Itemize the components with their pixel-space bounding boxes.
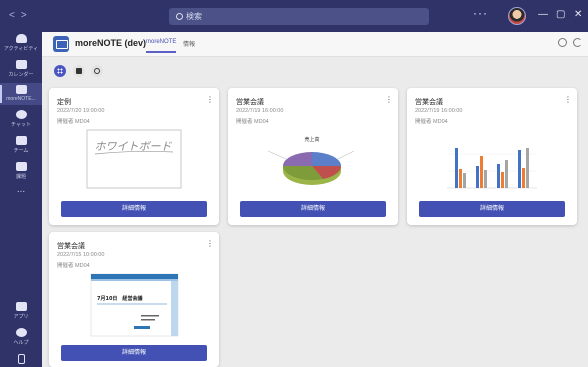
pie-chart-title: 売上高 — [304, 136, 319, 143]
search-input[interactable]: 検索 — [169, 8, 429, 25]
details-button[interactable]: 詳細情報 — [419, 201, 565, 217]
card-organizer: 開催者 MD04 — [57, 119, 90, 125]
history-nav[interactable]: <> — [9, 10, 33, 21]
rail-item-help[interactable]: ヘルプ — [0, 328, 42, 346]
rail-item-label: 課題 — [15, 174, 26, 180]
bar-group-2 — [476, 156, 487, 188]
meeting-card[interactable]: 営業会議 2022/7/19 16:00:00 開催者 MD04 ⋮ 売上高 詳… — [228, 88, 398, 225]
rail-item-assignments[interactable]: 課題 — [0, 162, 42, 180]
card-title: 営業会議 — [415, 99, 443, 106]
rail-item-label: アクティビティ — [3, 46, 39, 52]
card-date: 2022/7/19 16:00:00 — [415, 108, 463, 114]
card-menu-icon[interactable]: ⋮ — [206, 96, 214, 104]
morenote-logo-icon — [53, 36, 69, 52]
card-menu-icon[interactable]: ⋮ — [385, 96, 393, 104]
tab-info[interactable]: 情報 — [183, 39, 195, 48]
bar-group-3 — [497, 160, 508, 188]
rail-item-calendar[interactable]: カレンダー — [0, 60, 42, 78]
document-view-icon[interactable] — [73, 65, 85, 77]
title-bar: <> 検索 ··· — ▢ ✕ — [0, 0, 588, 32]
apps-icon — [15, 302, 27, 311]
card-menu-icon[interactable]: ⋮ — [206, 240, 214, 248]
card-organizer: 開催者 MD04 — [57, 263, 90, 269]
card-title: 定例 — [57, 99, 71, 106]
app-icon — [15, 85, 27, 94]
card-title: 営業会議 — [57, 243, 85, 250]
refresh-icon[interactable] — [573, 38, 582, 47]
pie-chart-thumbnail: 売上高 — [228, 126, 398, 198]
rail-item-label: チーム — [13, 148, 29, 154]
app-header: moreNOTE (dev) moreNOTE 情報 — [42, 32, 588, 57]
maximize-icon[interactable]: ▢ — [556, 8, 565, 22]
rail-item-device[interactable] — [0, 354, 42, 366]
rail-item-apps[interactable]: アプリ — [0, 302, 42, 320]
slide-title: 7月10日 経営会議 — [97, 295, 142, 302]
chevron-left-icon[interactable]: < — [9, 10, 21, 21]
card-date: 2022/7/15 10:00:00 — [57, 252, 105, 258]
minimize-icon[interactable]: — — [538, 8, 548, 22]
card-title: 営業会議 — [236, 99, 264, 106]
slide-thumbnail: 7月10日 経営会議 — [49, 270, 219, 342]
popout-icon[interactable] — [558, 38, 567, 47]
rail-item-label: ヘルプ — [13, 340, 29, 346]
assignments-icon — [15, 162, 27, 171]
card-organizer: 開催者 MD04 — [236, 119, 269, 125]
meeting-card[interactable]: 営業会議 2022/7/19 16:00:00 開催者 MD04 ⋮ 詳細情報 — [407, 88, 577, 225]
meeting-card[interactable]: 営業会議 2022/7/15 10:00:00 開催者 MD04 ⋮ 7月10日… — [49, 232, 219, 367]
calendar-icon — [15, 60, 27, 69]
whiteboard-thumbnail: ホワイトボード — [49, 126, 219, 198]
search-icon — [176, 13, 183, 20]
more-options-icon[interactable]: ··· — [473, 6, 488, 20]
avatar[interactable] — [508, 7, 526, 25]
rail-item-teams[interactable]: チーム — [0, 136, 42, 154]
phone-icon — [17, 354, 25, 364]
close-icon[interactable]: ✕ — [574, 8, 582, 22]
chat-icon — [15, 110, 27, 119]
search-icon[interactable] — [91, 65, 103, 77]
more-apps-icon[interactable]: ... — [0, 184, 42, 195]
details-button[interactable]: 詳細情報 — [61, 201, 207, 217]
rail-item-chat[interactable]: チャット — [0, 110, 42, 128]
rail-item-label: アプリ — [13, 314, 29, 320]
rail-item-label: チャット — [11, 122, 31, 128]
app-title: moreNOTE (dev) — [75, 38, 147, 48]
rail-item-morenote[interactable]: moreNOTE... — [0, 83, 42, 105]
card-organizer: 開催者 MD04 — [415, 119, 448, 125]
whiteboard-text: ホワイトボード — [95, 140, 173, 153]
card-menu-icon[interactable]: ⋮ — [564, 96, 572, 104]
meeting-card[interactable]: 定例 2022/7/20 19:00:00 開催者 MD04 ⋮ ホワイトボード… — [49, 88, 219, 225]
bar-chart-thumbnail — [407, 126, 577, 198]
search-placeholder: 検索 — [186, 12, 202, 21]
help-icon — [15, 328, 27, 337]
details-button[interactable]: 詳細情報 — [240, 201, 386, 217]
chevron-right-icon[interactable]: > — [21, 10, 33, 21]
teams-icon — [15, 136, 27, 145]
rail-item-activity[interactable]: アクティビティ — [0, 34, 42, 52]
grid-view-icon[interactable] — [54, 65, 66, 77]
rail-item-label: moreNOTE... — [6, 96, 36, 102]
bell-icon — [15, 34, 27, 43]
card-date: 2022/7/19 16:00:00 — [236, 108, 284, 114]
card-date: 2022/7/20 19:00:00 — [57, 108, 105, 114]
app-rail: アクティビティ カレンダー moreNOTE... チャット チーム 課題 ..… — [0, 32, 42, 367]
details-button[interactable]: 詳細情報 — [61, 345, 207, 361]
rail-item-label: カレンダー — [8, 72, 34, 78]
tab-morenote[interactable]: moreNOTE — [146, 39, 177, 53]
